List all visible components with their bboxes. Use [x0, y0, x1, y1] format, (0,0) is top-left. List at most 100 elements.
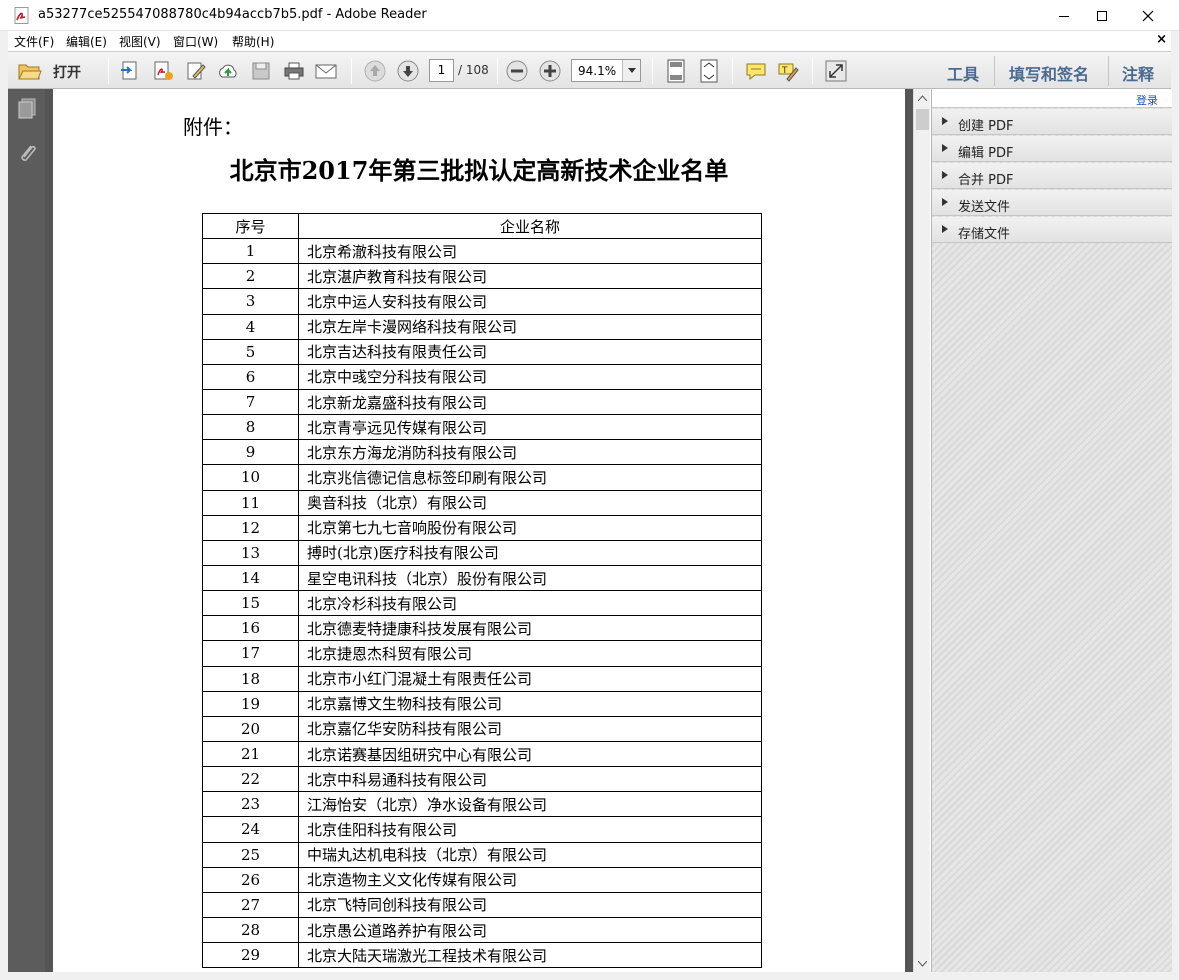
- table-row: 6 北京中彧空分科技有限公司: [202, 363, 762, 390]
- toolbar-separator: [812, 58, 813, 84]
- table-row: 13 搏时(北京)医疗科技有限公司: [202, 539, 762, 566]
- table-row: 16 北京德麦特捷康科技发展有限公司: [202, 615, 762, 642]
- page-number-input[interactable]: 1: [429, 59, 454, 82]
- row-number-cell: 26: [202, 866, 299, 893]
- toolbar-separator: [994, 56, 995, 86]
- company-name-cell: 北京冷杉科技有限公司: [298, 590, 762, 617]
- previous-page-icon[interactable]: [363, 59, 387, 83]
- task-edit-pdf[interactable]: 编辑 PDF: [932, 136, 1172, 162]
- expand-triangle-icon: [942, 144, 948, 152]
- close-window-button[interactable]: [1125, 0, 1171, 31]
- table-row: 1 北京希澈科技有限公司: [202, 238, 762, 265]
- toolbar-separator: [732, 58, 733, 84]
- expand-icon[interactable]: [824, 59, 848, 83]
- row-number-cell: 27: [202, 891, 299, 918]
- convert-pdf-icon[interactable]: [151, 59, 175, 83]
- tools-tab[interactable]: 工具: [947, 61, 979, 85]
- open-folder-icon[interactable]: [18, 59, 42, 83]
- open-button-label[interactable]: 打开: [53, 62, 81, 82]
- table-row: 5 北京吉达科技有限责任公司: [202, 338, 762, 365]
- task-merge-pdf[interactable]: 合并 PDF: [932, 163, 1172, 189]
- pdf-file-icon: [14, 7, 30, 24]
- row-number-cell: 21: [202, 740, 299, 768]
- zoom-in-icon[interactable]: [538, 59, 562, 83]
- menu-edit[interactable]: 编辑(E): [66, 33, 107, 50]
- row-number-cell: 23: [202, 791, 299, 818]
- zoom-out-icon[interactable]: [505, 59, 529, 83]
- login-link[interactable]: 登录: [1136, 92, 1158, 108]
- close-document-button[interactable]: ×: [1156, 32, 1167, 47]
- table-row: 29 北京大陆天瑞激光工程技术有限公司: [202, 942, 762, 969]
- create-pdf-icon[interactable]: [118, 59, 142, 83]
- table-row: 25 中瑞丸达机电科技（北京）有限公司: [202, 841, 762, 868]
- tasks-panel: 登录 创建 PDF 编辑 PDF 合并 PDF 发送文件 存储文件: [931, 89, 1172, 972]
- company-name-cell: 北京飞特同创科技有限公司: [298, 891, 762, 918]
- table-row: 9 北京东方海龙消防科技有限公司: [202, 439, 762, 466]
- task-send-file[interactable]: 发送文件: [932, 190, 1172, 216]
- menu-help[interactable]: 帮助(H): [232, 33, 274, 50]
- row-number-cell: 24: [202, 816, 299, 843]
- table-row: 28 北京愚公道路养护有限公司: [202, 916, 762, 944]
- comment-tab[interactable]: 注释: [1122, 61, 1154, 85]
- row-number-cell: 15: [202, 590, 299, 617]
- row-number-cell: 19: [202, 690, 299, 717]
- document-title: 北京市2017年第三批拟认定高新技术企业名单: [229, 156, 729, 185]
- attachment-icon[interactable]: [16, 141, 38, 165]
- column-header-company: 企业名称: [298, 212, 762, 240]
- row-number-cell: 10: [202, 464, 299, 491]
- company-name-cell: 北京希澈科技有限公司: [298, 238, 762, 265]
- window-frame-right: [1171, 31, 1179, 972]
- edit-document-icon[interactable]: [184, 59, 208, 83]
- save-icon[interactable]: [249, 59, 273, 83]
- company-name-cell: 北京大陆天瑞激光工程技术有限公司: [298, 942, 762, 969]
- window-title: a53277ce525547088780c4b94accb7b5.pdf - A…: [38, 7, 427, 22]
- scrollbar-thumb[interactable]: [916, 109, 929, 130]
- page-thumbnails-icon[interactable]: [16, 97, 38, 121]
- maximize-button[interactable]: [1079, 0, 1125, 31]
- table-body: 1 北京希澈科技有限公司 2 北京湛庐教育科技有限公司 3 北京中运人安科技有限公司 4 北京…: [202, 238, 762, 969]
- menu-view[interactable]: 视图(V): [119, 33, 161, 50]
- scroll-up-icon[interactable]: [914, 89, 931, 106]
- task-create-pdf[interactable]: 创建 PDF: [932, 109, 1172, 135]
- sticky-note-icon[interactable]: [744, 59, 768, 83]
- upload-cloud-icon[interactable]: [216, 59, 240, 83]
- company-name-cell: 北京湛庐教育科技有限公司: [298, 263, 762, 290]
- column-header-number: 序号: [202, 212, 299, 240]
- scroll-down-icon[interactable]: [914, 955, 931, 972]
- zoom-select[interactable]: 94.1%: [571, 59, 641, 82]
- company-name-cell: 北京兆信德记信息标签印刷有限公司: [298, 464, 762, 491]
- company-name-cell: 北京青亭远见传媒有限公司: [298, 414, 762, 441]
- fill-sign-tab[interactable]: 填写和签名: [1009, 61, 1089, 85]
- table-row: 23 江海怡安（北京）净水设备有限公司: [202, 791, 762, 818]
- task-store-file[interactable]: 存储文件: [932, 217, 1172, 243]
- row-number-cell: 5: [202, 338, 299, 365]
- table-row: 2 北京湛庐教育科技有限公司: [202, 263, 762, 290]
- pdf-page: 附件： 北京市2017年第三批拟认定高新技术企业名单 序号 企业名称 1 北京希澈…: [53, 89, 905, 972]
- fit-width-icon[interactable]: [697, 59, 721, 83]
- email-icon[interactable]: [314, 59, 338, 83]
- table-row: 17 北京捷恩杰科贸有限公司: [202, 640, 762, 667]
- table-row: 24 北京佳阳科技有限公司: [202, 816, 762, 843]
- chevron-down-icon[interactable]: [622, 60, 640, 81]
- next-page-icon[interactable]: [396, 59, 420, 83]
- company-name-cell: 北京嘉博文生物科技有限公司: [298, 690, 762, 717]
- company-name-cell: 搏时(北京)医疗科技有限公司: [298, 539, 762, 566]
- fit-page-icon[interactable]: [664, 59, 688, 83]
- company-name-cell: 北京中彧空分科技有限公司: [298, 363, 762, 390]
- row-number-cell: 12: [202, 514, 299, 541]
- table-row: 10 北京兆信德记信息标签印刷有限公司: [202, 464, 762, 491]
- company-name-cell: 北京东方海龙消防科技有限公司: [298, 439, 762, 466]
- document-view: 附件： 北京市2017年第三批拟认定高新技术企业名单 序号 企业名称 1 北京希澈…: [45, 89, 913, 972]
- zoom-value: 94.1%: [578, 64, 617, 78]
- menu-window[interactable]: 窗口(W): [173, 33, 218, 50]
- highlight-text-icon[interactable]: T: [776, 59, 800, 83]
- print-icon[interactable]: [282, 59, 306, 83]
- menu-file[interactable]: 文件(F): [14, 33, 54, 50]
- table-header-row: 序号 企业名称: [202, 212, 762, 240]
- row-number-cell: 9: [202, 439, 299, 466]
- vertical-scrollbar[interactable]: [913, 89, 930, 972]
- toolbar-separator: [351, 58, 352, 84]
- company-name-cell: 江海怡安（北京）净水设备有限公司: [298, 791, 762, 818]
- window-frame-left: [0, 31, 8, 972]
- row-number-cell: 1: [202, 238, 299, 265]
